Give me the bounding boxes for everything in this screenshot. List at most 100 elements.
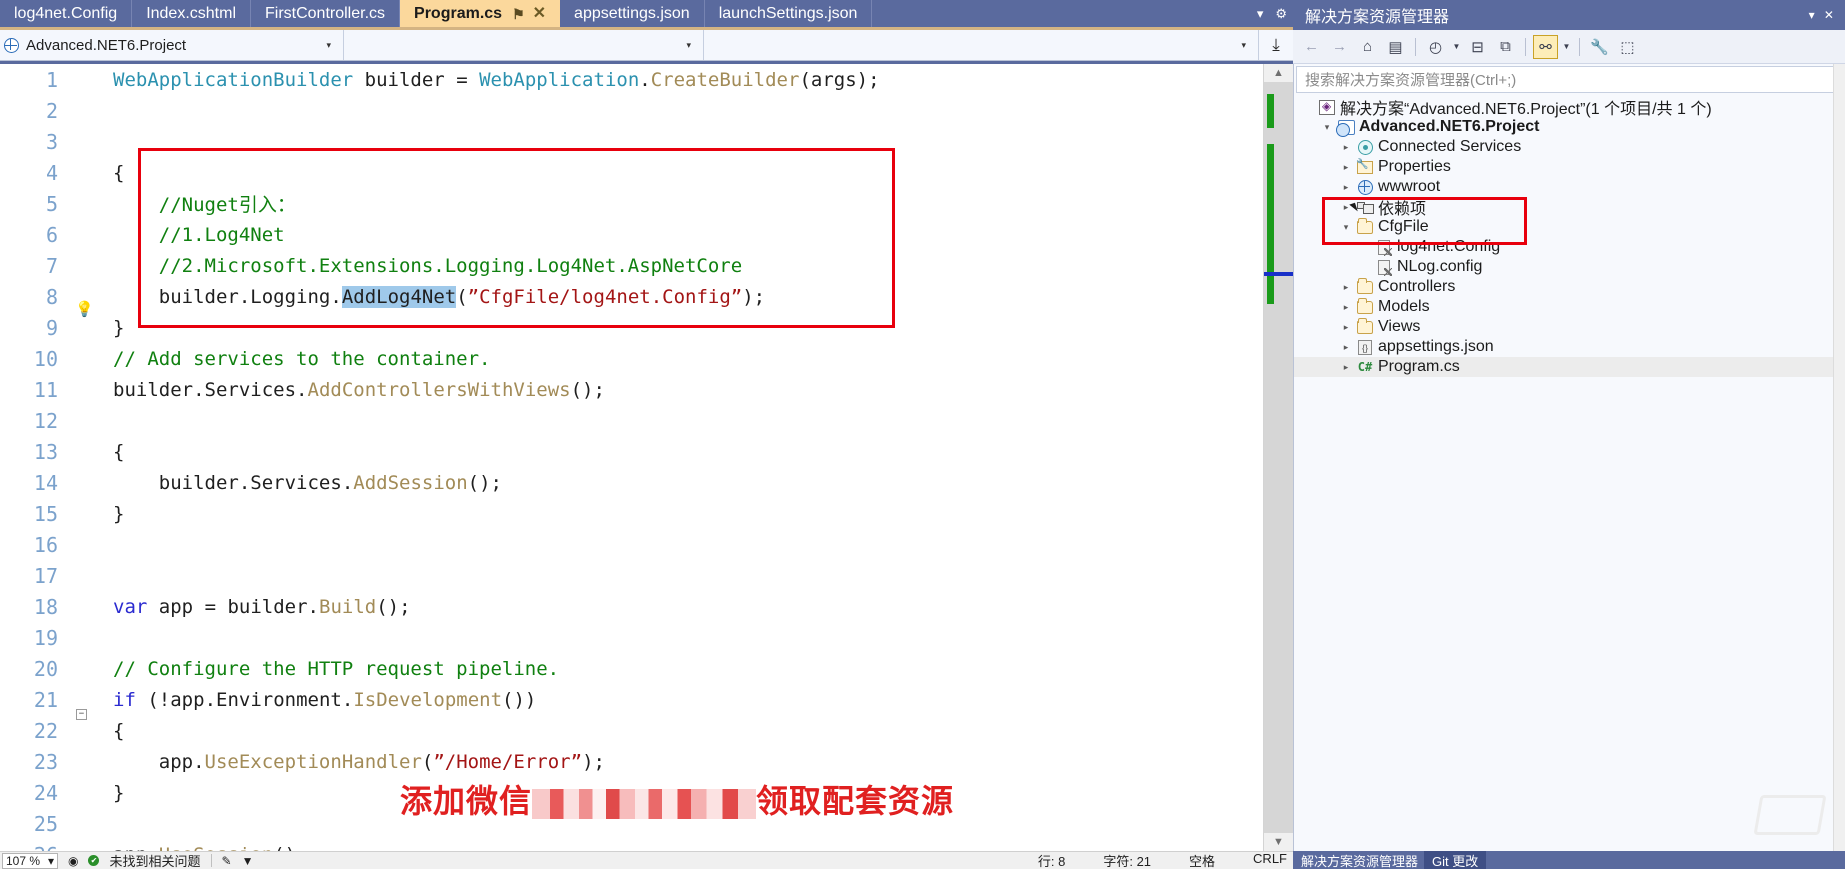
code-line[interactable]: 14 builder.Services.AddSession(); bbox=[0, 467, 1263, 498]
collapse-all-icon[interactable]: ⊟ bbox=[1465, 35, 1490, 59]
tree-item-views[interactable]: ▸ Views bbox=[1294, 317, 1845, 337]
code-line[interactable]: 2 bbox=[0, 95, 1263, 126]
tab-overflow-icon[interactable]: ▾ bbox=[1257, 6, 1264, 22]
code-line[interactable]: 12 bbox=[0, 405, 1263, 436]
code-line-text[interactable]: app.UseSession(); bbox=[99, 844, 308, 852]
editor-tab-program-cs[interactable]: Program.cs ⚑ ✕ bbox=[400, 0, 561, 27]
code-line-text[interactable]: WebApplicationBuilder builder = WebAppli… bbox=[99, 69, 880, 91]
tree-item-advanced-net6-project[interactable]: ▾ Advanced.NET6.Project bbox=[1294, 117, 1845, 137]
code-line-text[interactable]: { bbox=[99, 162, 124, 184]
code-line[interactable]: 17 bbox=[0, 560, 1263, 591]
close-tab-icon[interactable]: ✕ bbox=[533, 5, 546, 22]
chevron-down-icon[interactable]: ▼ bbox=[242, 854, 254, 868]
gear-icon[interactable]: ⚙ bbox=[1275, 6, 1287, 22]
pin-tab-icon[interactable]: ⚑ bbox=[512, 7, 525, 21]
code-line[interactable]: 10 // Add services to the container. bbox=[0, 343, 1263, 374]
solution-tree[interactable]: 解决方案“Advanced.NET6.Project”(1 个项目/共 1 个)… bbox=[1294, 93, 1845, 851]
editor-tab-launchsettings-json[interactable]: launchSettings.json bbox=[704, 0, 873, 27]
expand-arrow-right-icon[interactable]: ▸ bbox=[1338, 182, 1354, 193]
code-line-text[interactable]: // Add services to the container. bbox=[99, 348, 491, 370]
vs-solution-icon[interactable]: ▤ bbox=[1383, 35, 1408, 59]
code-line[interactable]: 16 bbox=[0, 529, 1263, 560]
tree-item-[interactable]: ▸ 依赖项 bbox=[1294, 197, 1845, 218]
code-line[interactable]: 7 //2.Microsoft.Extensions.Logging.Log4N… bbox=[0, 250, 1263, 281]
tree-item-log4net-config[interactable]: log4net.Config bbox=[1294, 237, 1845, 257]
home-icon[interactable]: ⌂ bbox=[1355, 35, 1380, 59]
code-line[interactable]: 21 − if (!app.Environment.IsDevelopment()) bbox=[0, 684, 1263, 720]
tree-item-properties[interactable]: ▸ Properties bbox=[1294, 157, 1845, 177]
expand-arrow-right-icon[interactable]: ▸ bbox=[1338, 342, 1354, 353]
back-icon[interactable]: ← bbox=[1299, 35, 1324, 59]
solution-tree-scrollbar[interactable] bbox=[1833, 64, 1845, 851]
error-list-icon[interactable]: ◉ bbox=[68, 854, 78, 868]
member-combo[interactable]: ▾ bbox=[704, 30, 1259, 60]
code-line-text[interactable]: } bbox=[99, 317, 124, 339]
chevron-down-icon[interactable]: ▼ bbox=[1561, 42, 1572, 51]
code-line[interactable]: 23 app.UseExceptionHandler(”/Home/Error”… bbox=[0, 746, 1263, 777]
code-line-text[interactable]: } bbox=[99, 782, 124, 804]
code-line[interactable]: 4{ bbox=[0, 157, 1263, 188]
code-line-text[interactable]: //2.Microsoft.Extensions.Logging.Log4Net… bbox=[99, 255, 742, 277]
editor-tab-log4net-config[interactable]: log4net.Config bbox=[0, 0, 133, 27]
code-line[interactable]: 19 bbox=[0, 622, 1263, 653]
code-line-text[interactable]: } bbox=[99, 503, 124, 525]
code-editor[interactable]: 1 WebApplicationBuilder builder = WebAppl… bbox=[0, 64, 1263, 852]
tree-item-nlog-config[interactable]: NLog.config bbox=[1294, 257, 1845, 277]
code-line-text[interactable]: builder.Services.AddSession(); bbox=[99, 472, 502, 494]
code-line[interactable]: 8 💡 builder.Logging.AddLog4Net(”CfgFile/l… bbox=[0, 281, 1263, 317]
properties-icon[interactable]: 🔧 bbox=[1587, 35, 1612, 59]
code-line-text[interactable]: //Nuget引入： bbox=[99, 190, 296, 217]
code-line-text[interactable]: builder.Services.AddControllersWithViews… bbox=[99, 379, 605, 401]
tree-item-models[interactable]: ▸ Models bbox=[1294, 297, 1845, 317]
expand-arrow-right-icon[interactable]: ▸ bbox=[1338, 142, 1354, 153]
line-ending-indicator[interactable]: CRLF bbox=[1253, 852, 1287, 869]
editor-tab-appsettings-json[interactable]: appsettings.json bbox=[560, 0, 705, 27]
split-window-icon[interactable]: ⤓ bbox=[1259, 30, 1293, 60]
code-line[interactable]: 6 //1.Log4Net bbox=[0, 219, 1263, 250]
scroll-down-icon[interactable]: ▼ bbox=[1264, 833, 1293, 851]
scrollbar-track[interactable] bbox=[1264, 82, 1293, 833]
code-line[interactable]: 9} bbox=[0, 312, 1263, 343]
code-line-text[interactable]: app.UseExceptionHandler(”/Home/Error”); bbox=[99, 751, 605, 773]
tree-item-controllers[interactable]: ▸ Controllers bbox=[1294, 277, 1845, 297]
view-class-diagram-icon[interactable]: ⚯ bbox=[1533, 34, 1558, 59]
panel-controls[interactable]: ▾ ✕ bbox=[1809, 8, 1837, 22]
type-combo[interactable]: ▾ bbox=[344, 30, 704, 60]
collapse-region-icon[interactable]: − bbox=[76, 708, 87, 720]
chevron-down-icon[interactable]: ▾ bbox=[318, 40, 339, 51]
show-all-files-icon[interactable]: ⧉ bbox=[1493, 35, 1518, 59]
preview-selected-items-icon[interactable]: ⬚ bbox=[1615, 35, 1640, 59]
solution-search-input[interactable]: 搜索解决方案资源管理器(Ctrl+;) bbox=[1296, 66, 1843, 93]
expand-arrow-right-icon[interactable]: ▸ bbox=[1338, 362, 1354, 373]
code-line[interactable]: 13 { bbox=[0, 436, 1263, 467]
code-line-text[interactable]: { bbox=[99, 441, 124, 463]
expand-arrow-down-icon[interactable]: ▾ bbox=[1319, 122, 1335, 133]
tab-solution-explorer[interactable]: 解决方案资源管理器 bbox=[1301, 851, 1418, 869]
tree-item-cfgfile[interactable]: ▾ CfgFile bbox=[1294, 217, 1845, 237]
tree-item-appsettings-json[interactable]: ▸{} appsettings.json bbox=[1294, 337, 1845, 357]
chevron-down-icon[interactable]: ▾ bbox=[1233, 40, 1254, 51]
forward-icon[interactable]: → bbox=[1327, 35, 1352, 59]
tree-item-program-cs[interactable]: ▸ C# Program.cs bbox=[1294, 357, 1845, 377]
editor-vertical-scrollbar[interactable]: ▲ ▼ bbox=[1263, 64, 1293, 851]
code-line-text[interactable]: //1.Log4Net bbox=[99, 224, 285, 246]
expand-arrow-right-icon[interactable]: ▸ bbox=[1338, 322, 1354, 333]
pen-icon[interactable]: ✎ bbox=[222, 854, 232, 868]
code-line[interactable]: 22 { bbox=[0, 715, 1263, 746]
code-line[interactable]: 15} bbox=[0, 498, 1263, 529]
code-line[interactable]: 18 var app = builder.Build(); bbox=[0, 591, 1263, 622]
expand-arrow-right-icon[interactable]: ▸ bbox=[1338, 162, 1354, 173]
editor-tab-index-cshtml[interactable]: Index.cshtml bbox=[132, 0, 251, 27]
code-line-text[interactable]: if (!app.Environment.IsDevelopment()) bbox=[99, 689, 536, 711]
code-line-text[interactable]: var app = builder.Build(); bbox=[99, 596, 411, 618]
code-line-text[interactable]: builder.Logging.AddLog4Net(”CfgFile/log4… bbox=[99, 285, 765, 308]
code-line-text[interactable]: // Configure the HTTP request pipeline. bbox=[99, 658, 559, 680]
editor-tab-firstcontroller-cs[interactable]: FirstController.cs bbox=[251, 0, 401, 27]
zoom-level-control[interactable]: 107 % ▾ bbox=[2, 852, 58, 869]
code-line[interactable]: 11 builder.Services.AddControllersWithVie… bbox=[0, 374, 1263, 405]
indentation-indicator[interactable]: 空格 bbox=[1189, 852, 1215, 869]
chevron-down-icon[interactable]: ▾ bbox=[678, 40, 699, 51]
chevron-down-icon[interactable]: ▼ bbox=[1451, 42, 1462, 51]
code-line-text[interactable]: { bbox=[99, 720, 124, 742]
tree-item-connected-services[interactable]: ▸ Connected Services bbox=[1294, 137, 1845, 157]
